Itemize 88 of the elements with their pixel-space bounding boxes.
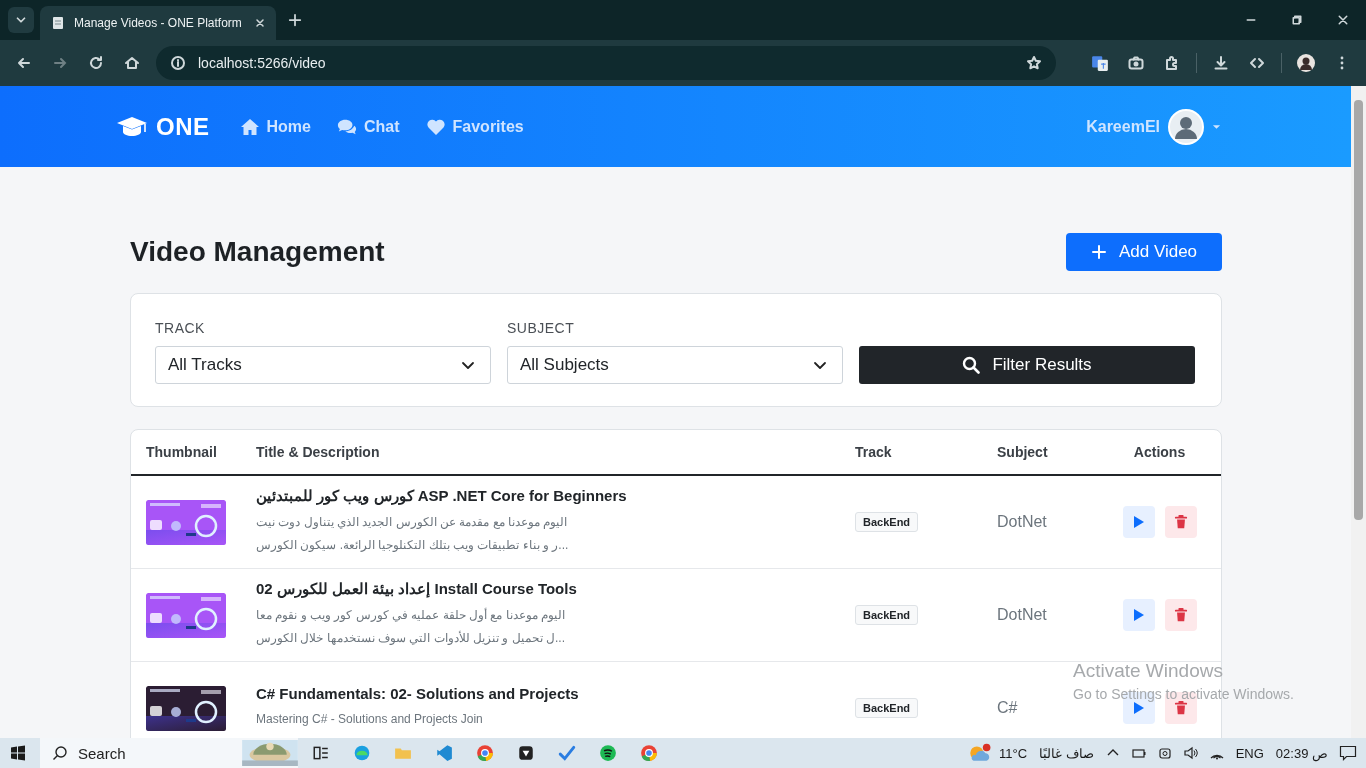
download-icon [1213,55,1229,71]
close-icon[interactable] [254,17,266,29]
track-tag: BackEnd [855,698,919,718]
play-icon [1131,608,1146,622]
forward-arrow-icon [52,55,68,71]
trash-icon [1173,515,1188,529]
play-icon [1131,515,1146,529]
task-view-icon [311,744,330,762]
subject-text: C# [997,699,1018,716]
address-bar[interactable]: localhost:5266/video [156,46,1056,80]
tab-title: Manage Videos - ONE Platform [74,16,243,30]
play-button[interactable] [1122,506,1155,538]
caret-icon [1212,123,1221,130]
clock-text[interactable]: 02:39 ص [1275,745,1328,761]
page-icon [50,15,66,31]
subject-text: DotNet [997,513,1047,530]
music-icon [598,744,617,762]
translate-icon [1091,54,1109,72]
trash-icon [1173,701,1188,715]
home-icon [239,117,260,136]
search-icon [52,745,68,761]
checkmark-icon [557,744,576,762]
code-icon [1249,55,1265,71]
scrollbar-thumb[interactable] [1354,100,1363,520]
subject-text: DotNet [997,606,1047,623]
add-video-button[interactable]: Add Video [1066,233,1222,271]
select-field[interactable]: All Tracks [155,346,491,384]
plus-icon [1090,244,1107,260]
chrome-icon [639,744,658,762]
heart-icon [425,117,446,136]
tab-list-button[interactable] [8,7,34,33]
url-text: localhost:5266/video [198,55,326,71]
windows-icon [10,745,26,761]
delete-button[interactable] [1164,599,1197,631]
play-button[interactable] [1122,599,1155,631]
column-header: Subject [996,444,1049,460]
video-description: اليوم موعدنا مع مقدمة عن الكورس الجديد الذي يتناول دوت نيت [256,514,568,531]
star-icon[interactable] [1026,55,1042,71]
video-title: C# Fundamentals: 02- Solutions and Projects [256,685,579,702]
search-icon [962,356,981,374]
trash-icon [1173,608,1188,622]
temperature-text: 11°C [998,745,1028,761]
delete-button[interactable] [1164,506,1197,538]
app-icon [516,744,535,762]
column-header: Actions [1132,444,1187,460]
weather-text: صاف غالبًا [1039,745,1094,761]
camera-icon[interactable] [1156,745,1173,761]
column-header: Track [854,444,893,460]
column-header: Title & Description [255,444,381,460]
speaker-icon[interactable] [1182,745,1199,761]
track-tag: BackEnd [855,605,919,625]
language-indicator[interactable]: ENG [1235,745,1264,761]
video-description: ...ل تحميل و تنزيل للأدوات التي سوف نستخدمها خلال الكورس [256,629,565,647]
video-title: إعداد بيئة العمل للكورس 02 Install Course Tools [256,580,577,598]
filter-button[interactable]: Filter Results [859,346,1195,384]
column-header: Thumbnail [145,444,218,460]
activation-text: Go to Settings to activate Windows. [1073,686,1294,702]
notification-icon[interactable] [1339,744,1357,762]
search-field[interactable]: Search [40,738,298,768]
video-description: Mastering C# - Solutions and Projects Join [256,711,483,728]
code-editor-icon [434,744,453,762]
restore-icon [1291,14,1303,26]
home-icon [124,55,140,71]
field-label: SUBJECT [507,320,576,336]
browser-tab[interactable]: Manage Videos - ONE Platform [40,6,276,40]
back-arrow-icon [16,55,32,71]
scrollbar[interactable] [1351,86,1366,738]
field-label: TRACK [155,320,206,336]
video-description: اليوم موعدنا مع أول حلقة عمليه في كورس كور ويب و نقوم معا [256,607,565,624]
chat-icon [336,117,357,136]
puzzle-icon [1164,55,1180,71]
plus-icon [288,13,302,27]
camera-icon [1128,55,1144,71]
graduation-cap-icon [116,114,148,139]
track-tag: BackEnd [855,512,919,532]
avatar-icon [1168,108,1204,145]
video-title: كورس ويب كور للمبتدئين ASP .NET Core for Beginners [256,487,627,505]
chrome-icon [475,744,494,762]
page-title: Video Management [130,236,385,268]
select-field[interactable]: All Subjects [507,346,843,384]
info-icon [170,55,186,71]
video-description: ...ر و بناء تطبيقات ويب بتلك التكنلوجيا الرائعة. سيكون الكورس [256,537,569,554]
brand-name[interactable]: ONE [156,112,210,141]
play-icon [1131,701,1146,715]
reload-icon [88,55,104,71]
activation-title: Activate Windows [1073,660,1224,682]
close-icon [1337,14,1349,26]
avatar-icon [1296,53,1316,73]
